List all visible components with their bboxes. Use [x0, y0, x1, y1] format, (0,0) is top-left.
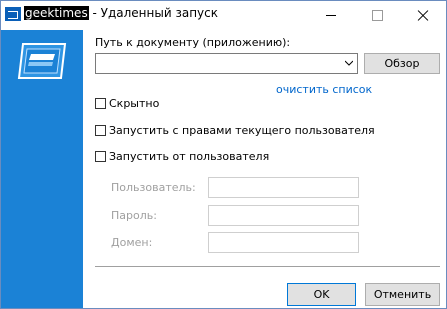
chevron-down-icon[interactable] — [345, 59, 353, 67]
hidden-label: Скрытно — [109, 97, 160, 110]
option-run-as-user[interactable]: Запустить от пользователя — [95, 150, 269, 163]
domain-field[interactable] — [208, 232, 359, 253]
user-label: Пользователь: — [111, 181, 196, 194]
ok-button[interactable]: OK — [287, 283, 356, 306]
clear-list-link[interactable]: очистить список — [276, 83, 372, 96]
title-rest: - Удаленный запуск — [88, 6, 218, 20]
cancel-button[interactable]: Отменить — [365, 283, 440, 306]
maximize-button[interactable] — [354, 1, 400, 30]
option-current-user-rights[interactable]: Запустить с правами текущего пользовател… — [95, 124, 375, 137]
hidden-checkbox[interactable] — [95, 98, 106, 109]
path-label: Путь к документу (приложению): — [95, 36, 291, 49]
minimize-button[interactable] — [308, 1, 354, 30]
run-as-user-checkbox[interactable] — [95, 151, 106, 162]
password-label: Пароль: — [111, 209, 157, 222]
option-hidden[interactable]: Скрытно — [95, 97, 159, 110]
title-bar[interactable]: geektimes - Удаленный запуск — [1, 1, 446, 30]
minimize-icon — [326, 15, 336, 16]
current-user-rights-label: Запустить с правами текущего пользовател… — [109, 124, 375, 137]
remote-launch-icon — [17, 43, 67, 79]
close-button[interactable] — [400, 1, 446, 30]
maximize-icon — [371, 10, 383, 21]
app-icon — [5, 7, 21, 21]
password-field[interactable] — [208, 205, 359, 226]
window-title: geektimes - Удаленный запуск — [24, 6, 218, 20]
footer-divider — [95, 266, 440, 267]
user-field[interactable] — [208, 177, 359, 198]
browse-button[interactable]: Обзор — [364, 53, 440, 74]
close-icon — [417, 10, 429, 22]
current-user-rights-checkbox[interactable] — [95, 125, 106, 136]
title-app-name: geektimes — [24, 6, 89, 20]
remote-launch-dialog: geektimes - Удаленный запуск Путь к доку… — [0, 0, 447, 309]
domain-label: Домен: — [111, 236, 153, 249]
path-combobox[interactable] — [95, 53, 358, 74]
side-banner — [1, 30, 83, 308]
run-as-user-label: Запустить от пользователя — [109, 150, 270, 163]
